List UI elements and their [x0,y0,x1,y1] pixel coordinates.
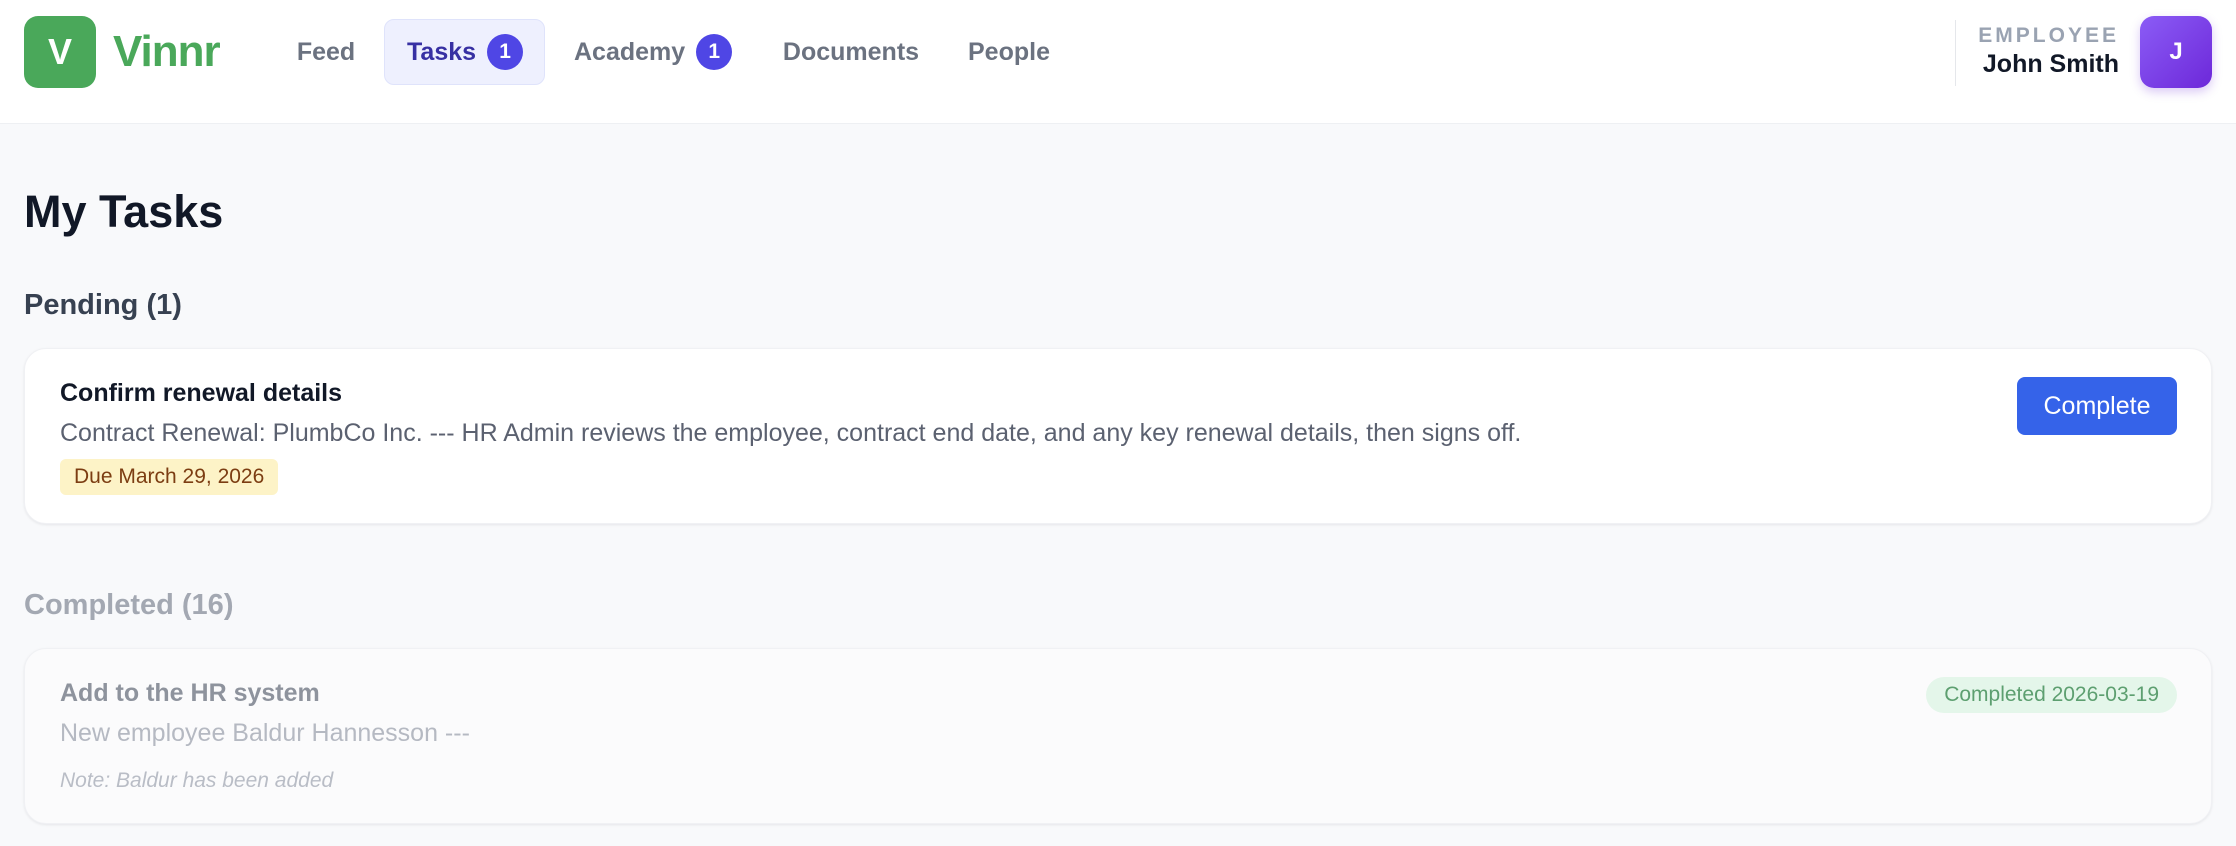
due-date-badge: Due March 29, 2026 [60,459,279,495]
user-avatar[interactable]: J [2140,16,2212,88]
user-role-label: EMPLOYEE [1978,24,2119,47]
nav-item-label: Documents [782,37,920,66]
task-card: Confirm renewal details Contract Renewal… [24,348,2212,524]
nav-item-documents[interactable]: Documents [766,19,936,85]
completed-section-heading: Completed (16) [24,589,234,621]
nav-item-tasks[interactable]: Tasks 1 [384,19,545,85]
header-divider [1955,20,1956,86]
completed-task-card: Add to the HR system New employee Baldur… [24,648,2212,824]
task-note: Note: Baldur has been added [60,769,334,792]
nav-item-feed[interactable]: Feed [281,19,371,85]
nav-item-people[interactable]: People [955,19,1063,85]
page-title: My Tasks [24,186,224,237]
task-description: Contract Renewal: PlumbCo Inc. --- HR Ad… [60,419,1522,447]
logo-icon[interactable]: V [24,16,96,88]
nav-item-label: Academy [574,37,686,66]
pending-section-heading: Pending (1) [24,289,182,321]
nav-item-label: Feed [296,37,356,66]
complete-task-button[interactable]: Complete [2017,377,2177,435]
task-title: Add to the HR system [60,679,320,707]
completed-status-badge: Completed 2026-03-19 [1926,677,2177,713]
nav-item-label: People [968,37,1050,66]
user-name: John Smith [1982,50,2119,78]
brand-name[interactable]: Vinnr [113,22,221,82]
task-description: New employee Baldur Hannesson --- [60,719,470,747]
task-title: Confirm renewal details [60,379,343,407]
nav-item-academy[interactable]: Academy 1 [558,19,748,85]
nav-item-label: Tasks [407,37,477,66]
academy-count-badge: 1 [696,34,733,70]
tasks-count-badge: 1 [487,34,524,70]
top-navigation-bar: V Vinnr Feed Tasks 1 Academy 1 Documents… [0,0,2236,124]
